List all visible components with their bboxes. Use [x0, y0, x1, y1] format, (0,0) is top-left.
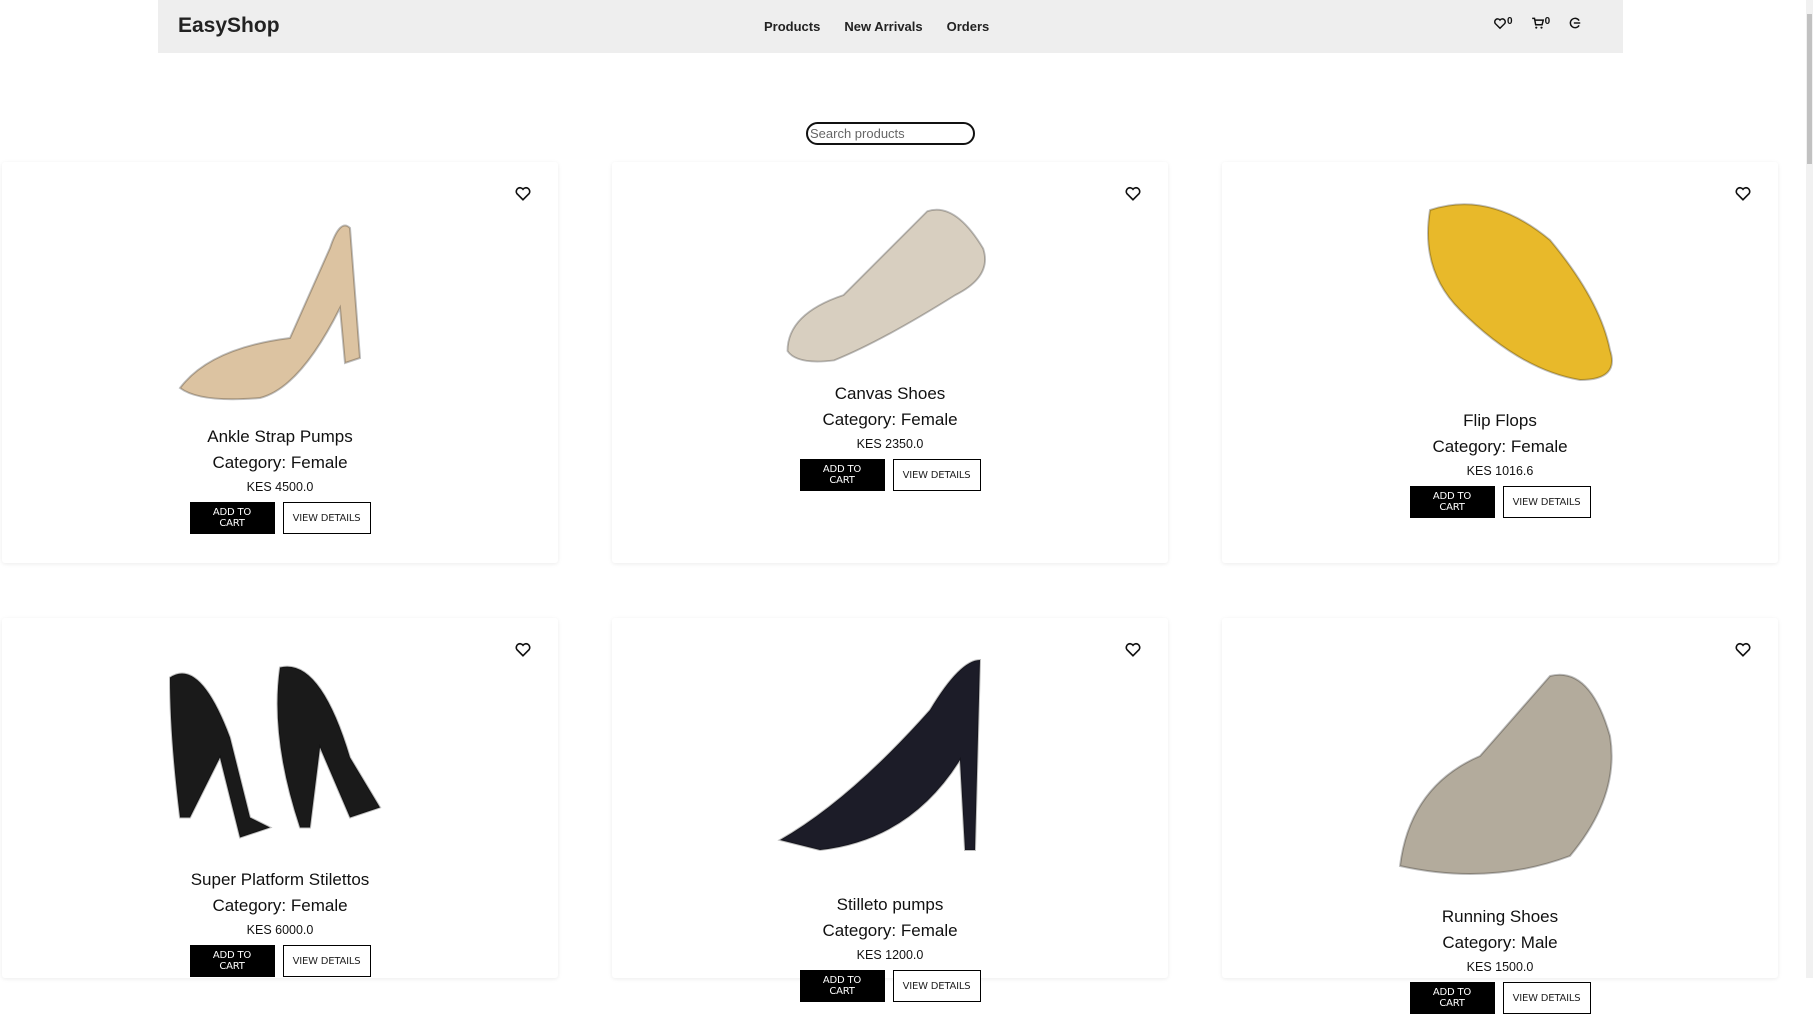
- product-price: KES 2350.0: [856, 437, 924, 451]
- cart-count: 0: [1544, 16, 1551, 27]
- product-card: Flip Flops Category: Female KES 1016.6 A…: [1222, 162, 1778, 563]
- view-details-button[interactable]: VIEW DETAILS: [282, 502, 371, 534]
- product-image[interactable]: [1370, 174, 1630, 406]
- scrollbar-thumb[interactable]: [1807, 14, 1812, 164]
- wishlist-count: 0: [1507, 16, 1513, 27]
- heart-icon[interactable]: [1734, 640, 1752, 658]
- scrollbar[interactable]: [1806, 0, 1813, 978]
- header-icons: 0 0: [1493, 16, 1582, 30]
- product-name: Ankle Strap Pumps: [207, 427, 353, 446]
- product-name: Super Platform Stilettos: [190, 870, 370, 889]
- product-card: Ankle Strap Pumps Category: Female KES 4…: [2, 162, 558, 563]
- add-to-cart-button[interactable]: ADD TO CART: [1409, 982, 1495, 1014]
- product-price: KES 1200.0: [856, 948, 924, 962]
- logo[interactable]: EasyShop: [178, 14, 280, 38]
- cart-button[interactable]: 0: [1531, 16, 1551, 30]
- view-details-button[interactable]: VIEW DETAILS: [892, 459, 981, 491]
- add-to-cart-button[interactable]: ADD TO CART: [799, 970, 885, 1002]
- product-image[interactable]: [150, 174, 410, 422]
- heart-icon[interactable]: [1734, 184, 1752, 202]
- view-details-button[interactable]: VIEW DETAILS: [282, 945, 371, 977]
- cart-icon: [1531, 17, 1544, 29]
- nav-new-arrivals[interactable]: New Arrivals: [844, 19, 922, 34]
- product-card: Canvas Shoes Category: Female KES 2350.0…: [612, 162, 1168, 563]
- product-card: Running Shoes Category: Male KES 1500.0 …: [1222, 618, 1778, 1014]
- product-image[interactable]: [150, 630, 410, 865]
- main-nav: Products New Arrivals Orders: [764, 19, 989, 34]
- add-to-cart-button[interactable]: ADD TO CART: [1409, 486, 1495, 518]
- product-name: Canvas Shoes: [834, 384, 946, 403]
- heart-icon[interactable]: [514, 184, 532, 202]
- top-navbar: EasyShop Products New Arrivals Orders 0 …: [158, 0, 1623, 53]
- product-price: KES 1016.6: [1466, 464, 1534, 478]
- product-price: KES 1500.0: [1466, 960, 1534, 974]
- product-name: Flip Flops: [1463, 411, 1537, 430]
- product-category: Category: Female: [822, 921, 958, 940]
- nav-products[interactable]: Products: [764, 19, 820, 34]
- product-card: Stilleto pumps Category: Female KES 1200…: [612, 618, 1168, 1002]
- product-category: Category: Female: [1432, 437, 1568, 456]
- product-category: Category: Female: [822, 410, 958, 429]
- product-card: Super Platform Stilettos Category: Femal…: [2, 618, 558, 978]
- view-details-button[interactable]: VIEW DETAILS: [1502, 982, 1591, 1014]
- view-details-button[interactable]: VIEW DETAILS: [1502, 486, 1591, 518]
- view-details-button[interactable]: VIEW DETAILS: [892, 970, 981, 1002]
- add-to-cart-button[interactable]: ADD TO CART: [189, 945, 275, 977]
- product-image[interactable]: [1370, 630, 1630, 902]
- product-category: Category: Female: [212, 453, 348, 472]
- add-to-cart-button[interactable]: ADD TO CART: [799, 459, 885, 491]
- product-price: KES 6000.0: [246, 923, 314, 937]
- wishlist-button[interactable]: 0: [1493, 16, 1513, 30]
- add-to-cart-button[interactable]: ADD TO CART: [189, 502, 275, 534]
- product-name: Stilleto pumps: [836, 895, 944, 914]
- product-name: Running Shoes: [1441, 907, 1559, 926]
- product-category: Category: Male: [1442, 933, 1558, 952]
- product-price: KES 4500.0: [246, 480, 314, 494]
- heart-icon[interactable]: [514, 640, 532, 658]
- product-category: Category: Female: [212, 896, 348, 915]
- product-image[interactable]: [760, 174, 1020, 379]
- search-input[interactable]: [806, 122, 975, 145]
- heart-icon: [1494, 18, 1506, 30]
- heart-icon[interactable]: [1124, 184, 1142, 202]
- logout-button[interactable]: [1568, 16, 1582, 30]
- heart-icon[interactable]: [1124, 640, 1142, 658]
- nav-orders[interactable]: Orders: [947, 19, 990, 34]
- logout-icon: [1569, 17, 1581, 29]
- product-image[interactable]: [760, 630, 1020, 890]
